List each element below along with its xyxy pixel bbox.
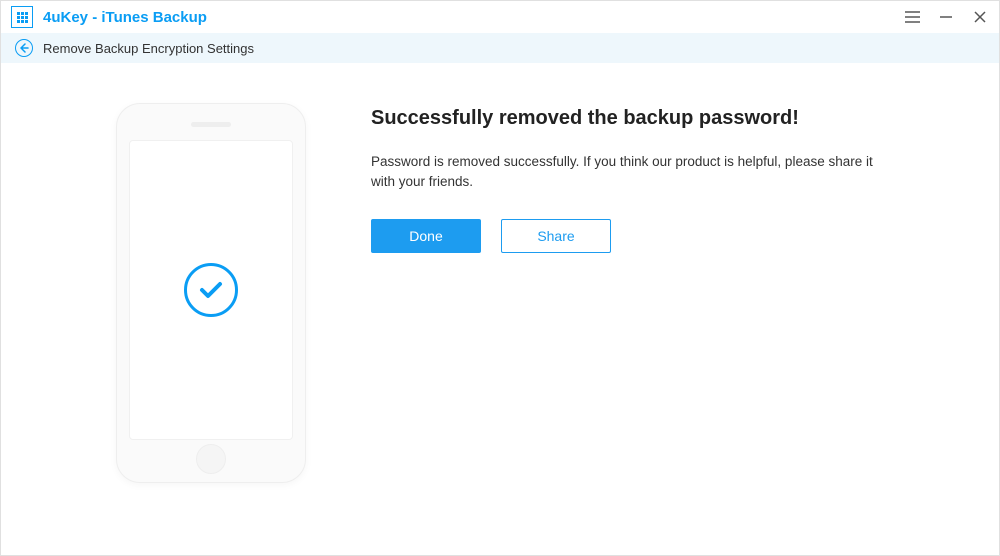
app-title: 4uKey - iTunes Backup [43,9,207,26]
success-heading: Successfully removed the backup password… [371,107,919,130]
action-buttons: Done Share [371,219,919,253]
text-area: Successfully removed the backup password… [321,103,919,483]
arrow-left-icon [19,43,29,53]
window-controls [903,8,989,26]
share-button[interactable]: Share [501,219,611,253]
titlebar: 4uKey - iTunes Backup [1,1,999,33]
menu-icon[interactable] [903,8,921,26]
app-logo-icon [11,6,33,28]
phone-illustration [101,103,321,483]
back-button[interactable] [15,39,33,57]
success-description: Password is removed successfully. If you… [371,152,891,193]
done-button[interactable]: Done [371,219,481,253]
close-icon[interactable] [971,8,989,26]
phone-icon [116,103,306,483]
checkmark-circle-icon [184,263,238,317]
content: Successfully removed the backup password… [1,63,999,523]
minimize-icon[interactable] [937,8,955,26]
subheader-title: Remove Backup Encryption Settings [43,41,254,56]
subheader: Remove Backup Encryption Settings [1,33,999,63]
